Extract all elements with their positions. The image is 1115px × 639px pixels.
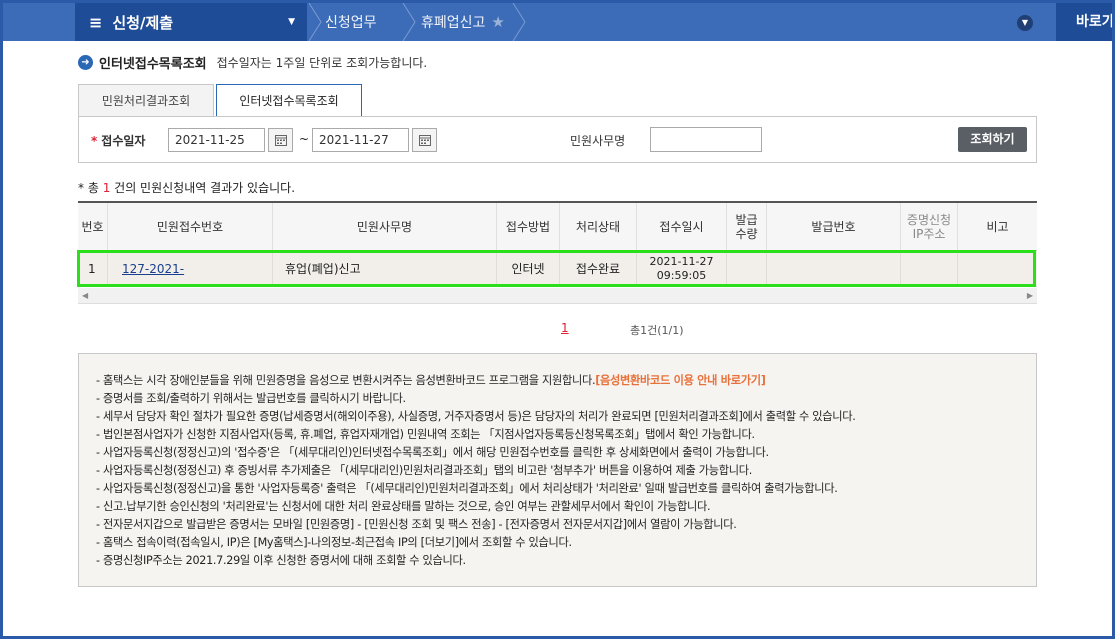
chevron-down-icon[interactable]: ▼ (1017, 15, 1033, 31)
col-issue-no: 발급번호 (767, 203, 901, 250)
top-navigation-bar: ≡ 신청/제출 ▼ 신청업무 휴폐업신고 ★ ▼ 바로가 (3, 2, 1112, 42)
tab-internet-receipt-list[interactable]: 인터넷접수목록조회 (216, 84, 362, 117)
col-ip: 증명신청 IP주소 (901, 203, 958, 250)
notice-line: - 신고.납부기한 승인신청의 '처리완료'는 신청서에 대한 처리 완료상태를… (96, 500, 711, 513)
cell-issue-count (727, 251, 767, 286)
col-status: 처리상태 (560, 203, 637, 250)
required-marker: * (91, 134, 98, 148)
calendar-icon[interactable] (412, 128, 437, 152)
breadcrumb-separator-icon (307, 2, 323, 42)
page-title-row: ➜ 인터넷접수목록조회 접수일자는 1주일 단위로 조회가능합니다. (78, 53, 427, 72)
cell-receipt-no: 127-2021- (108, 251, 273, 286)
search-panel: * 접수일자 2021-11-25 ~ 2021-11-27 민원사무명 조회하기 (78, 116, 1037, 163)
pagination-total: 총1건(1/1) (630, 324, 684, 337)
notice-line: - 사업자등록신청(정정신고)을 통한 '사업자등록증' 출력은 「(세무대리인… (96, 482, 838, 495)
main-menu-title: 신청/제출 (112, 13, 174, 32)
notice-box: - 홈택스는 시각 장애인분들을 위해 민원증명을 음성으로 변환시켜주는 음성… (78, 353, 1037, 587)
horizontal-scrollbar[interactable]: ◀ ▶ (78, 288, 1037, 304)
page-subtitle: 접수일자는 1주일 단위로 조회가능합니다. (216, 56, 428, 70)
result-summary: * 총 1 건의 민원신청내역 결과가 있습니다. (78, 181, 296, 195)
scroll-left-icon[interactable]: ◀ (82, 291, 88, 300)
notice-line: - 법인본점사업자가 신청한 지점사업자(등록, 휴.폐업, 휴업자재개업) 민… (96, 428, 755, 441)
cell-status: 접수완료 (560, 251, 637, 286)
search-button[interactable]: 조회하기 (958, 127, 1027, 152)
caret-down-icon: ▼ (288, 17, 295, 27)
date-label: * 접수일자 (91, 134, 146, 148)
voice-barcode-link[interactable]: [음성변환바코드 이용 안내 바로가기] (595, 374, 766, 387)
cell-ip (901, 251, 958, 286)
breadcrumb-separator-icon (401, 2, 417, 42)
date-to-input[interactable]: 2021-11-27 (312, 128, 409, 152)
window-frame: ≡ 신청/제출 ▼ 신청업무 휴폐업신고 ★ ▼ 바로가 ➜ 인터넷접수목록조회… (0, 0, 1115, 639)
page-link-current[interactable]: 1 (561, 321, 569, 335)
breadcrumb-separator-icon (511, 2, 527, 42)
notice-line: - 전자문서지갑으로 발급받은 증명서는 모바일 [민원증명] - [민원신청 … (96, 518, 737, 531)
col-note: 비고 (986, 219, 1009, 234)
calendar-icon[interactable] (268, 128, 293, 152)
result-count: 1 (102, 181, 111, 195)
star-icon[interactable]: ★ (491, 13, 504, 31)
notice-line: - 홈택스 접속이력(접속일시, IP)은 [My홈택스]-나의정보-최근접속 … (96, 536, 572, 549)
main-menu-button[interactable]: ≡ 신청/제출 ▼ (75, 3, 307, 41)
notice-line: - 홈택스는 시각 장애인분들을 위해 민원증명을 음성으로 변환시켜주는 음성… (96, 374, 766, 387)
table-header: 번호 민원접수번호 민원사무명 접수방법 처리상태 접수일시 발급 수량 발급번… (78, 203, 1037, 251)
office-name-input[interactable] (650, 127, 762, 152)
col-issue-count: 발급 수량 (727, 203, 767, 250)
cell-issue-no (767, 251, 901, 286)
table-row[interactable]: 1 127-2021- 휴업(폐업)신고 인터넷 접수완료 2021-11-27… (78, 251, 1037, 287)
cell-method: 인터넷 (497, 251, 560, 286)
arrow-right-circle-icon: ➜ (78, 55, 93, 70)
tab-civil-result[interactable]: 민원처리결과조회 (78, 84, 214, 117)
col-receipt-no: 민원접수번호 (108, 203, 273, 250)
receipt-no-link[interactable]: 127-2021- (122, 262, 184, 276)
notice-line: - 사업자등록신청(정정신고)의 '접수증'은 「(세무대리인)인터넷접수목록조… (96, 446, 769, 459)
col-received-at: 접수일시 (637, 203, 727, 250)
notice-line: - 증명서를 조회/출력하기 위해서는 발급번호를 클릭하시기 바랍니다. (96, 392, 406, 405)
notice-line: - 증명신청IP주소는 2021.7.29일 이후 신청한 증명서에 대해 조회… (96, 554, 466, 567)
goto-button[interactable]: 바로가 (1056, 3, 1112, 41)
col-method: 접수방법 (497, 203, 560, 250)
page-title: 인터넷접수목록조회 (99, 57, 207, 72)
breadcrumb-item-apply[interactable]: 신청업무 (325, 3, 377, 41)
cell-number: 1 (78, 251, 108, 286)
cell-note (958, 251, 1037, 286)
receipt-table: 번호 민원접수번호 민원사무명 접수방법 처리상태 접수일시 발급 수량 발급번… (78, 201, 1037, 287)
office-name-label: 민원사무명 (570, 134, 626, 148)
date-from-input[interactable]: 2021-11-25 (168, 128, 265, 152)
notice-line: - 세무서 담당자 확인 절차가 필요한 증명(납세증명서(해외이주용), 사실… (96, 410, 856, 423)
date-range-separator: ~ (299, 132, 310, 146)
col-office-name: 민원사무명 (273, 203, 497, 250)
cell-received-at: 2021-11-27 09:59:05 (637, 251, 727, 286)
notice-line: - 사업자등록신청(정정신고) 후 증빙서류 추가제출은 「(세무대리인)민원처… (96, 464, 752, 477)
col-number: 번호 (78, 203, 108, 250)
hamburger-icon: ≡ (89, 12, 103, 32)
cell-office-name: 휴업(폐업)신고 (273, 251, 497, 286)
breadcrumb-item-closure[interactable]: 휴폐업신고 ★ (421, 3, 505, 41)
scroll-right-icon[interactable]: ▶ (1027, 291, 1033, 300)
